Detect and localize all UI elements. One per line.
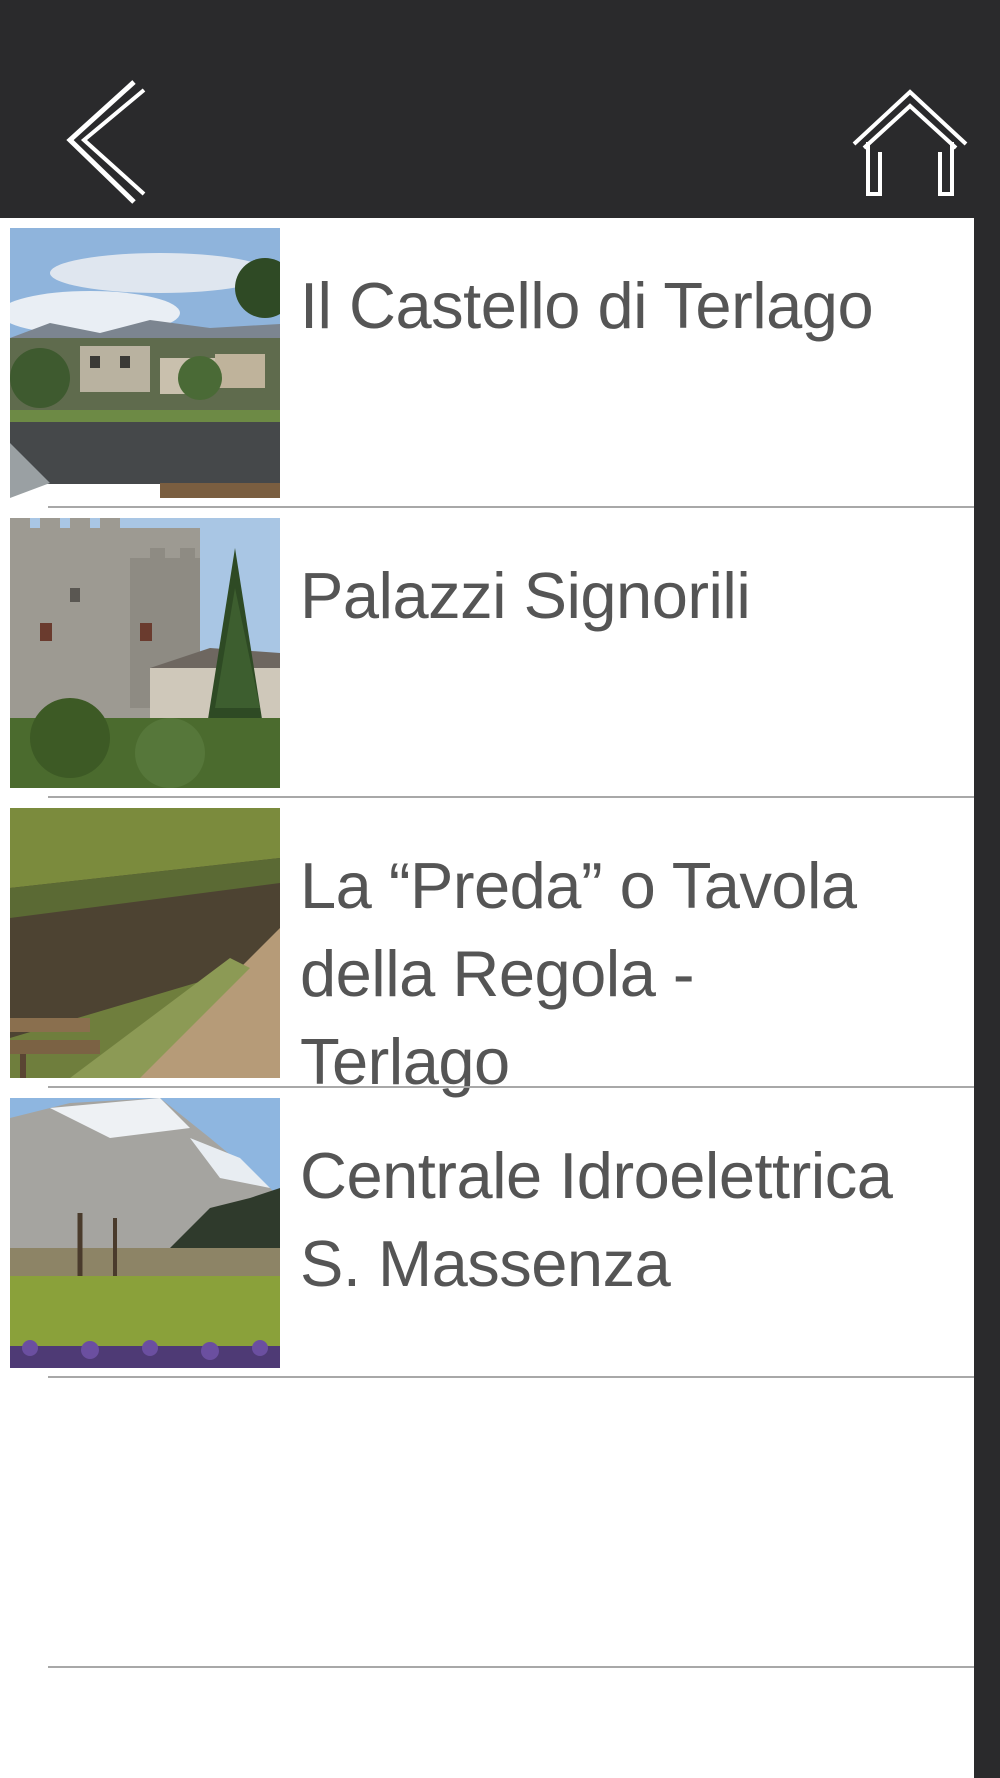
item-title: Palazzi Signorili xyxy=(300,559,751,632)
home-outline-icon xyxy=(852,89,968,196)
castle-village-thumbnail xyxy=(10,228,280,498)
stone-tower-palace-thumbnail xyxy=(10,518,280,788)
attractions-list: Il Castello di Terlago Palazzi Signorili… xyxy=(0,218,974,1778)
chevron-left-icon xyxy=(66,80,146,204)
item-title: Centrale Idroelettrica S. Massenza xyxy=(300,1139,893,1300)
home-button[interactable] xyxy=(850,86,970,198)
list-item-castello-terlago[interactable]: Il Castello di Terlago xyxy=(0,218,974,508)
stone-wall-path-thumbnail xyxy=(10,808,280,1078)
row-divider xyxy=(48,1666,974,1668)
app-screen: Il Castello di Terlago Palazzi Signorili… xyxy=(0,0,1000,1778)
top-navigation-bar xyxy=(0,0,1000,218)
list-item-centrale-idroelettrica[interactable]: Centrale Idroelettrica S. Massenza xyxy=(0,1088,974,1378)
list-item-palazzi-signorili[interactable]: Palazzi Signorili xyxy=(0,508,974,798)
list-item-preda-tavola-regola[interactable]: La “Preda” o Tavola della Regola - Terla… xyxy=(0,798,974,1098)
empty-list-row xyxy=(0,1378,974,1668)
mountain-meadow-thumbnail xyxy=(10,1098,280,1368)
item-title: La “Preda” o Tavola della Regola - Terla… xyxy=(300,849,857,1098)
item-title: Il Castello di Terlago xyxy=(300,269,874,342)
back-button[interactable] xyxy=(62,78,152,206)
